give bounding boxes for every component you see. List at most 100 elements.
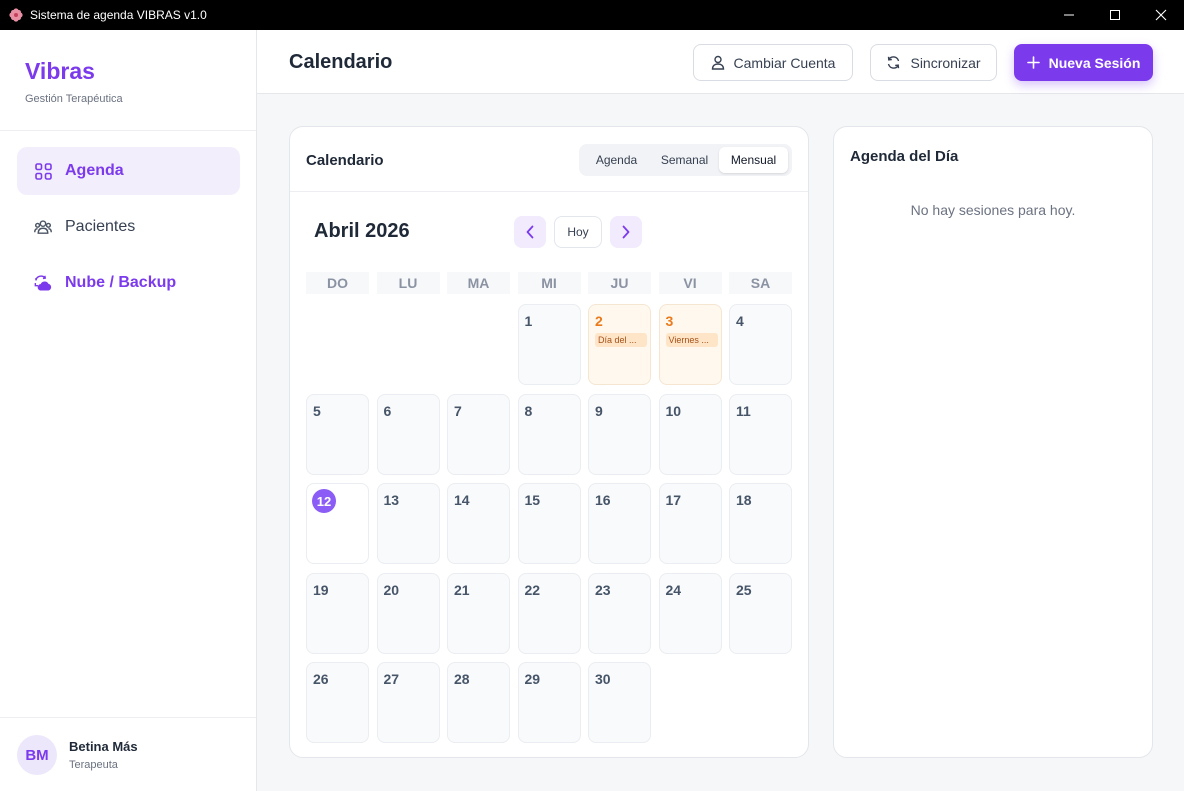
sidebar-item-agenda[interactable]: Agenda <box>17 147 240 195</box>
calendar-day[interactable]: 25 <box>729 572 792 654</box>
view-switch: Agenda Semanal Mensual <box>579 144 792 176</box>
event-chip[interactable]: Viernes ... <box>665 333 718 347</box>
calendar-day[interactable]: 13 <box>376 483 440 564</box>
day-number: 23 <box>595 581 611 598</box>
day-number: 5 <box>313 402 321 419</box>
day-number: 8 <box>524 402 533 419</box>
day-number: 12 <box>312 489 336 513</box>
weekday-label: DO <box>306 272 369 294</box>
chevron-right-icon <box>622 225 630 239</box>
user-role: Terapeuta <box>69 759 118 771</box>
calendar-day[interactable]: 18 <box>729 483 792 564</box>
calendar-day[interactable]: 6 <box>376 393 440 475</box>
calendar-day[interactable]: 26 <box>306 662 369 743</box>
calendar-day[interactable]: 9 <box>588 393 651 475</box>
new-session-label: Nueva Sesión <box>1048 54 1141 71</box>
calendar-day[interactable]: 11 <box>729 393 792 475</box>
sync-button[interactable]: Sincronizar <box>870 44 997 81</box>
month-navigation: Abril 2026 Hoy <box>306 208 792 256</box>
day-number: 24 <box>665 581 682 598</box>
switch-account-label: Cambiar Cuenta <box>733 54 836 71</box>
sidebar-divider <box>0 130 256 131</box>
day-number: 28 <box>454 671 470 687</box>
view-option-agenda[interactable]: Agenda <box>583 147 650 173</box>
day-number: 30 <box>595 671 611 687</box>
new-session-button[interactable]: Nueva Sesión <box>1014 44 1153 81</box>
close-button[interactable] <box>1138 0 1184 30</box>
calendar-day[interactable]: 29 <box>517 662 581 743</box>
calendar-day[interactable]: 19 <box>306 572 369 654</box>
calendar-day[interactable]: 4 <box>729 304 792 385</box>
calendar-card-header: Calendario Agenda Semanal Mensual <box>290 127 808 192</box>
day-agenda-card: Agenda del Día No hay sesiones para hoy. <box>833 126 1153 758</box>
day-number: 14 <box>454 492 470 508</box>
user-icon <box>711 55 725 70</box>
calendar-card: Calendario Agenda Semanal Mensual Abril … <box>289 126 809 758</box>
calendar-day[interactable]: 30 <box>588 662 651 743</box>
sync-label: Sincronizar <box>910 54 981 71</box>
brand: Vibras Gestión Terapéutica <box>25 58 123 105</box>
calendar-day[interactable]: 21 <box>447 572 510 654</box>
weekday-label: SA <box>729 272 792 294</box>
refresh-icon <box>886 55 901 70</box>
calendar-day[interactable]: 27 <box>376 662 440 743</box>
weekday-label: MI <box>517 272 581 294</box>
calendar-day[interactable]: 12 <box>306 483 369 564</box>
user-divider <box>0 717 256 718</box>
view-option-mensual[interactable]: Mensual <box>719 147 788 173</box>
day-number: 20 <box>383 581 400 598</box>
switch-account-button[interactable]: Cambiar Cuenta <box>693 44 853 81</box>
close-icon <box>1155 9 1167 21</box>
day-number: 22 <box>524 581 541 598</box>
window-titlebar: Sistema de agenda VIBRAS v1.0 <box>0 0 1184 30</box>
calendar-day[interactable]: 20 <box>376 572 440 654</box>
view-option-semanal[interactable]: Semanal <box>650 147 719 173</box>
today-button[interactable]: Hoy <box>554 216 602 248</box>
event-chip[interactable]: Día del ... <box>595 333 647 347</box>
sidebar-item-pacientes[interactable]: Pacientes <box>17 203 240 251</box>
calendar-day[interactable]: 7 <box>447 393 510 475</box>
calendar-day[interactable]: 5 <box>306 393 369 475</box>
minimize-button[interactable] <box>1046 0 1092 30</box>
day-number: 26 <box>313 671 329 687</box>
sidebar: Vibras Gestión Terapéutica Agenda Pacien… <box>0 30 257 791</box>
prev-month-button[interactable] <box>514 216 546 248</box>
avatar: BM <box>17 735 57 775</box>
day-number: 18 <box>736 492 752 508</box>
sidebar-item-label: Pacientes <box>65 218 136 235</box>
day-number: 3 <box>665 313 674 329</box>
month-title: Abril 2026 <box>314 220 410 242</box>
next-month-button[interactable] <box>610 216 642 248</box>
calendar-card-title: Calendario <box>306 152 384 169</box>
calendar-day[interactable]: 10 <box>658 393 722 475</box>
calendar-day[interactable]: 28 <box>447 662 510 743</box>
sidebar-item-label: Nube / Backup <box>65 274 177 291</box>
calendar-day[interactable]: 16 <box>588 483 651 564</box>
users-icon <box>34 218 52 236</box>
day-number: 10 <box>665 402 682 419</box>
chevron-left-icon <box>526 225 534 239</box>
user-profile[interactable]: BM Betina Más Terapeuta <box>17 735 138 775</box>
flower-app-icon <box>8 7 24 23</box>
sidebar-item-nube-backup[interactable]: Nube / Backup <box>17 259 240 307</box>
calendar-day[interactable]: 2 Día del ... <box>588 304 651 385</box>
day-number: 7 <box>454 402 462 419</box>
maximize-icon <box>1110 10 1120 20</box>
calendar-day[interactable]: 14 <box>447 483 510 564</box>
calendar-day[interactable]: 15 <box>517 483 581 564</box>
day-number: 9 <box>595 402 603 419</box>
plus-icon <box>1026 56 1040 69</box>
header: Calendario Cambiar Cuenta Sincronizar Nu… <box>257 30 1184 94</box>
calendar-day[interactable]: 1 <box>517 304 581 385</box>
day-number: 21 <box>454 581 470 598</box>
calendar-day[interactable]: 23 <box>588 572 651 654</box>
calendar-day[interactable]: 24 <box>658 572 722 654</box>
calendar-day[interactable]: 22 <box>517 572 581 654</box>
calendar-day[interactable]: 8 <box>517 393 581 475</box>
calendar-day[interactable]: 3 Viernes ... <box>658 304 722 385</box>
minimize-icon <box>1064 14 1074 16</box>
page-title: Calendario <box>289 51 393 73</box>
cloud-sync-icon <box>34 274 52 292</box>
maximize-button[interactable] <box>1092 0 1138 30</box>
calendar-day[interactable]: 17 <box>658 483 722 564</box>
